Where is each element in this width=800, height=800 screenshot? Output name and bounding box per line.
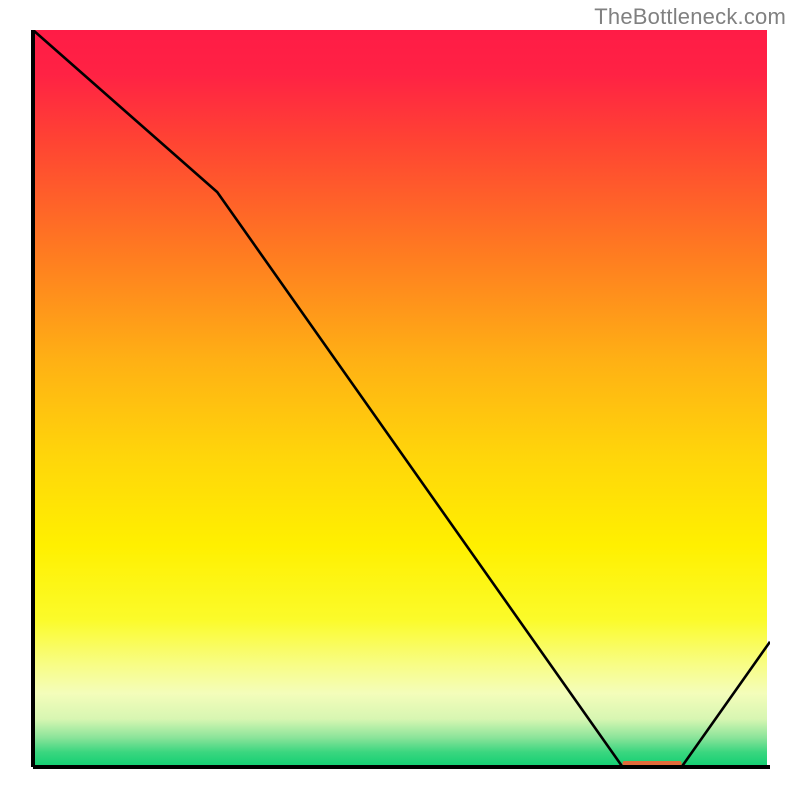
attribution-text: TheBottleneck.com: [594, 4, 786, 30]
bottleneck-chart: [30, 30, 770, 770]
gradient-background: [33, 30, 767, 767]
